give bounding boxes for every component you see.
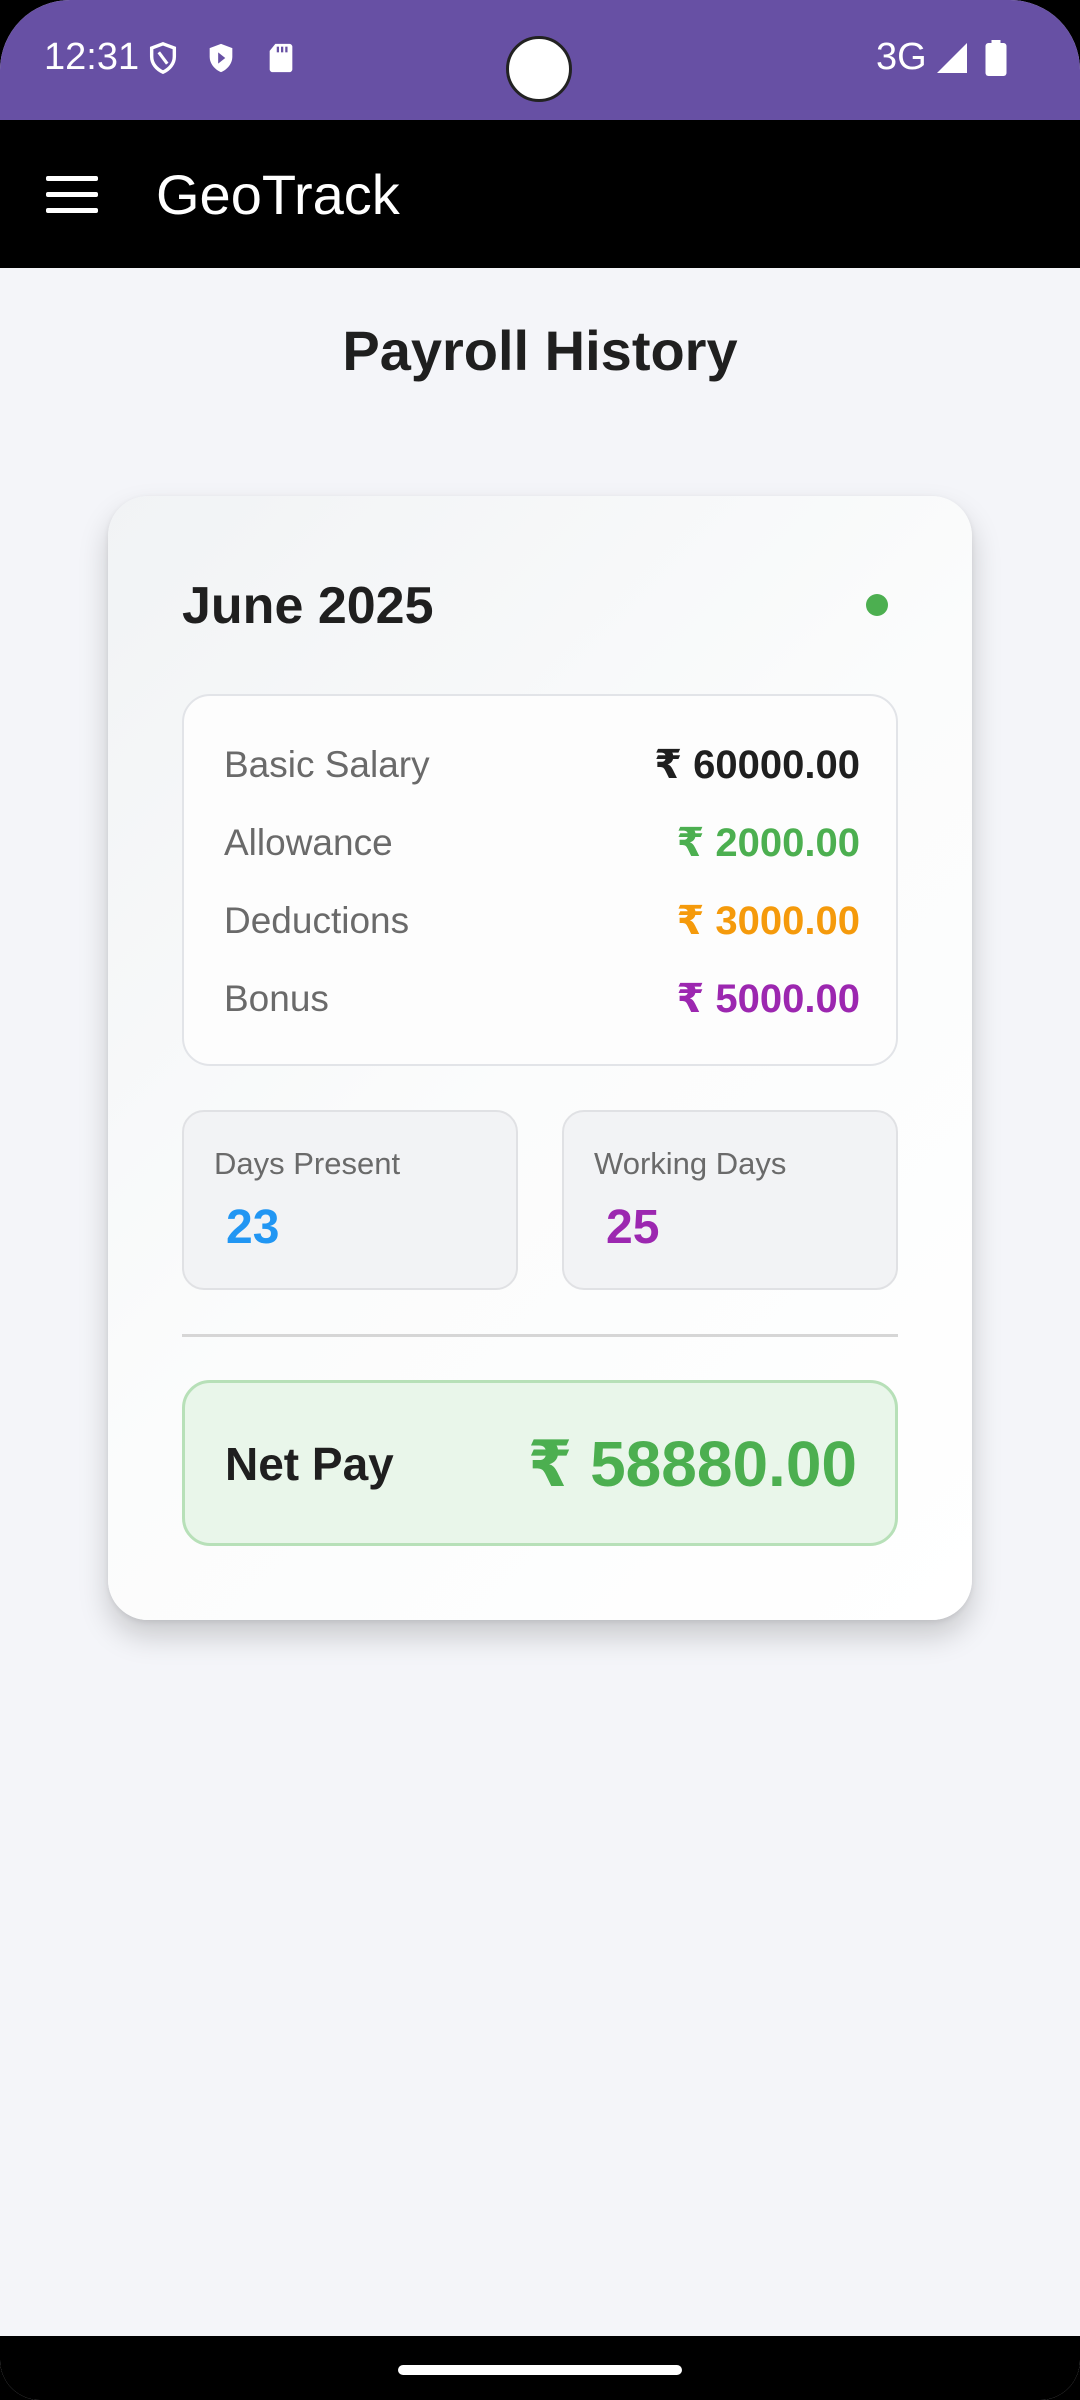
home-gesture-handle[interactable] (398, 2365, 682, 2375)
breakdown-label: Deductions (224, 900, 410, 941)
working-days-value: 25 (606, 1201, 660, 1254)
network-type: 3G (876, 36, 927, 78)
shield-play-icon (209, 43, 233, 73)
breakdown-row-bonus: Bonus ₹ 5000.00 (224, 970, 860, 1030)
battery-icon (985, 40, 1007, 76)
salary-breakdown: Basic Salary ₹ 60000.00 Allowance ₹ 2000… (182, 694, 898, 1066)
front-camera (506, 36, 572, 102)
divider (182, 1334, 898, 1337)
breakdown-value: ₹ 3000.00 (676, 899, 860, 943)
net-pay-value: ₹ 58880.00 (527, 1428, 857, 1500)
status-time: 12:31 (44, 36, 140, 78)
status-dot (866, 594, 888, 616)
breakdown-label: Allowance (224, 822, 393, 863)
payroll-card[interactable]: June 2025 Basic Salary ₹ 60000.00 Allowa… (108, 496, 972, 1620)
breakdown-label: Basic Salary (224, 744, 430, 785)
breakdown-value: ₹ 5000.00 (676, 977, 860, 1021)
working-days-box: Working Days 25 (562, 1110, 898, 1290)
breakdown-row-basic-salary: Basic Salary ₹ 60000.00 (224, 736, 860, 796)
sd-card-icon (269, 43, 293, 73)
hamburger-menu-icon[interactable] (46, 176, 98, 216)
net-pay-box: Net Pay ₹ 58880.00 (182, 1380, 898, 1546)
days-present-value: 23 (226, 1201, 280, 1254)
breakdown-row-allowance: Allowance ₹ 2000.00 (224, 814, 860, 874)
app-title: GeoTrack (156, 163, 400, 226)
breakdown-value: ₹ 2000.00 (676, 821, 860, 865)
shield-outline-icon (149, 42, 177, 75)
page-title: Payroll History (342, 319, 738, 382)
breakdown-value: ₹ 60000.00 (654, 743, 860, 787)
payroll-month: June 2025 (182, 577, 434, 635)
working-days-label: Working Days (594, 1146, 787, 1181)
net-pay-label: Net Pay (225, 1438, 394, 1490)
status-bar: 12:31 3G (0, 0, 1080, 120)
days-present-label: Days Present (214, 1146, 401, 1181)
signal-icon (937, 43, 967, 73)
days-present-box: Days Present 23 (182, 1110, 518, 1290)
breakdown-row-deductions: Deductions ₹ 3000.00 (224, 892, 860, 952)
screen: 12:31 3G GeoTrack Payroll History June 2… (0, 0, 1080, 2400)
breakdown-label: Bonus (224, 978, 329, 1019)
